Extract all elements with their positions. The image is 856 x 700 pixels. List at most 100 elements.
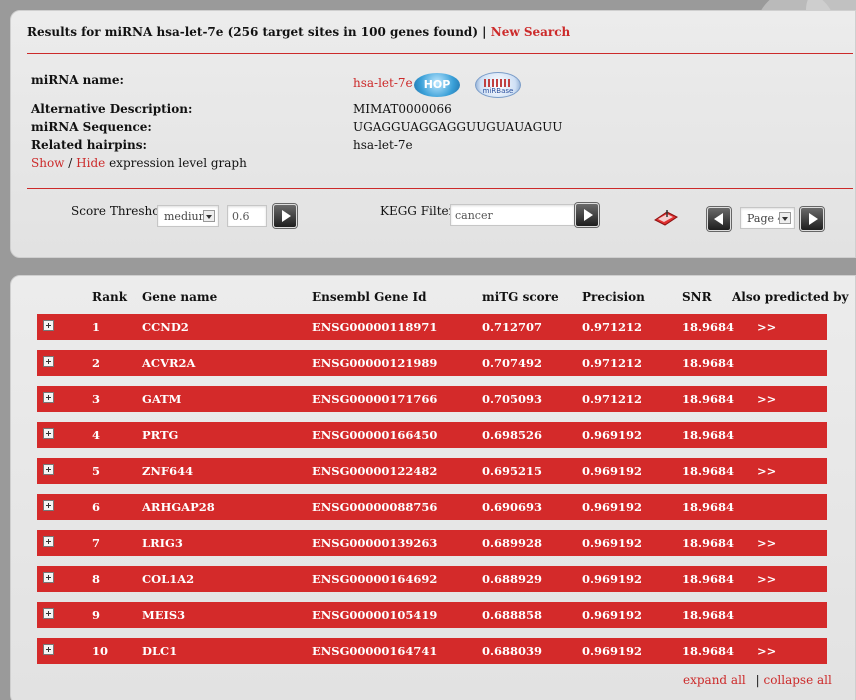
expand-row-icon[interactable] bbox=[43, 500, 54, 511]
expand-row-icon[interactable] bbox=[43, 644, 54, 655]
cell-ensembl-id: ENSG00000088756 bbox=[312, 500, 438, 514]
cell-rank: 4 bbox=[92, 428, 101, 442]
dropdown-arrow-icon bbox=[779, 212, 791, 224]
cell-also-predicted[interactable]: >> bbox=[757, 572, 776, 586]
cell-also-predicted[interactable]: >> bbox=[757, 644, 776, 658]
expand-row-icon[interactable] bbox=[43, 356, 54, 367]
kegg-filter-label: KEGG Filter bbox=[380, 204, 455, 218]
mirna-name-label: miRNA name: bbox=[31, 73, 124, 87]
column-header-also-predicted[interactable]: Also predicted by bbox=[732, 290, 849, 304]
toggle-separator: / bbox=[68, 156, 73, 170]
cell-precision: 0.969192 bbox=[582, 500, 643, 514]
cell-precision: 0.971212 bbox=[582, 320, 643, 334]
cell-mitg-score: 0.689928 bbox=[482, 536, 543, 550]
table-row[interactable]: 3 GATM ENSG00000171766 0.705093 0.971212 18.9… bbox=[37, 386, 827, 412]
cell-rank: 8 bbox=[92, 572, 101, 586]
expand-row-icon[interactable] bbox=[43, 428, 54, 439]
mirbase-logo-text: miRBase bbox=[482, 87, 514, 95]
expand-row-icon[interactable] bbox=[43, 536, 54, 547]
apply-kegg-button[interactable] bbox=[575, 203, 599, 227]
expand-all-link[interactable]: expand all bbox=[683, 673, 746, 687]
cell-gene-name: LRIG3 bbox=[142, 536, 183, 550]
column-header-snr[interactable]: SNR bbox=[682, 290, 712, 304]
score-threshold-select[interactable]: medium bbox=[157, 205, 219, 227]
expand-row-icon[interactable] bbox=[43, 464, 54, 475]
new-search-link[interactable]: New Search bbox=[491, 25, 571, 39]
divider-top bbox=[27, 53, 853, 54]
cell-rank: 7 bbox=[92, 536, 101, 550]
cell-ensembl-id: ENSG00000164741 bbox=[312, 644, 438, 658]
column-header-ensembl[interactable]: Ensembl Gene Id bbox=[312, 290, 427, 304]
table-row[interactable]: 5 ZNF644 ENSG00000122482 0.695215 0.969192 18… bbox=[37, 458, 827, 484]
cell-mitg-score: 0.688929 bbox=[482, 572, 543, 586]
collapse-all-link[interactable]: collapse all bbox=[763, 673, 831, 687]
cell-ensembl-id: ENSG00000122482 bbox=[312, 464, 438, 478]
table-row[interactable]: 6 ARHGAP28 ENSG00000088756 0.690693 0.969192… bbox=[37, 494, 827, 520]
column-header-precision[interactable]: Precision bbox=[582, 290, 645, 304]
cell-precision: 0.969192 bbox=[582, 572, 643, 586]
alt-desc-label: Alternative Description: bbox=[31, 102, 193, 116]
cell-gene-name: COL1A2 bbox=[142, 572, 195, 586]
sequence-value: UGAGGUAGGAGGUUGUAUAGUU bbox=[353, 120, 563, 134]
table-row[interactable]: 7 LRIG3 ENSG00000139263 0.689928 0.969192 18.… bbox=[37, 530, 827, 556]
expand-row-icon[interactable] bbox=[43, 320, 54, 331]
cell-mitg-score: 0.690693 bbox=[482, 500, 543, 514]
table-row[interactable]: 2 ACVR2A ENSG00000121989 0.707492 0.971212 18… bbox=[37, 350, 827, 376]
cell-snr: 18.9684 bbox=[682, 392, 735, 406]
expand-row-icon[interactable] bbox=[43, 608, 54, 619]
cell-ensembl-id: ENSG00000166450 bbox=[312, 428, 438, 442]
cell-rank: 3 bbox=[92, 392, 101, 406]
kegg-filter-input[interactable]: cancer bbox=[450, 204, 575, 226]
cell-rank: 5 bbox=[92, 464, 101, 478]
graph-text: expression level graph bbox=[109, 156, 247, 170]
cell-snr: 18.9684 bbox=[682, 464, 735, 478]
cell-gene-name: CCND2 bbox=[142, 320, 189, 334]
cell-mitg-score: 0.712707 bbox=[482, 320, 543, 334]
expand-row-icon[interactable] bbox=[43, 392, 54, 403]
sequence-label: miRNA Sequence: bbox=[31, 120, 152, 134]
cell-ensembl-id: ENSG00000171766 bbox=[312, 392, 438, 406]
hide-graph-link[interactable]: Hide bbox=[76, 156, 105, 170]
show-graph-link[interactable]: Show bbox=[31, 156, 64, 170]
column-header-gene-name[interactable]: Gene name bbox=[142, 290, 217, 304]
score-threshold-input[interactable]: 0.6 bbox=[227, 205, 267, 227]
cell-gene-name: DLC1 bbox=[142, 644, 178, 658]
cell-also-predicted[interactable]: >> bbox=[757, 536, 776, 550]
table-footer-controls: expand all | collapse all bbox=[683, 673, 832, 687]
cell-snr: 18.9684 bbox=[682, 500, 735, 514]
cell-mitg-score: 0.695215 bbox=[482, 464, 543, 478]
hop-logo[interactable]: HOP bbox=[414, 73, 460, 97]
page-select[interactable]: Page 4 bbox=[740, 207, 795, 229]
mirna-name-link[interactable]: hsa-let-7e bbox=[353, 76, 413, 90]
cell-rank: 2 bbox=[92, 356, 101, 370]
cell-rank: 10 bbox=[92, 644, 109, 658]
export-icon[interactable] bbox=[653, 208, 679, 226]
cell-gene-name: ZNF644 bbox=[142, 464, 194, 478]
table-row[interactable]: 10 DLC1 ENSG00000164741 0.688039 0.969192 18.… bbox=[37, 638, 827, 664]
column-header-mitg-score[interactable]: miTG score bbox=[482, 290, 559, 304]
cell-also-predicted[interactable]: >> bbox=[757, 464, 776, 478]
table-row[interactable]: 4 PRTG ENSG00000166450 0.698526 0.969192 18.9… bbox=[37, 422, 827, 448]
table-row[interactable]: 8 COL1A2 ENSG00000164692 0.688929 0.969192 18… bbox=[37, 566, 827, 592]
previous-page-button[interactable] bbox=[707, 207, 731, 231]
results-summary: Results for miRNA hsa-let-7e (256 target… bbox=[27, 25, 570, 39]
table-row[interactable]: 1 CCND2 ENSG00000118971 0.712707 0.971212 18.… bbox=[37, 314, 827, 340]
cell-also-predicted[interactable]: >> bbox=[757, 392, 776, 406]
expand-row-icon[interactable] bbox=[43, 572, 54, 583]
column-header-rank[interactable]: Rank bbox=[92, 290, 127, 304]
cell-also-predicted[interactable]: >> bbox=[757, 320, 776, 334]
cell-mitg-score: 0.707492 bbox=[482, 356, 543, 370]
cell-snr: 18.9684 bbox=[682, 572, 735, 586]
cell-gene-name: ARHGAP28 bbox=[142, 500, 215, 514]
next-page-button[interactable] bbox=[800, 207, 824, 231]
cell-precision: 0.969192 bbox=[582, 536, 643, 550]
expression-graph-toggle: Show / Hide expression level graph bbox=[31, 156, 247, 170]
apply-score-button[interactable] bbox=[273, 204, 297, 228]
cell-snr: 18.9684 bbox=[682, 320, 735, 334]
mirbase-logo[interactable]: miRBase bbox=[475, 72, 521, 98]
table-row[interactable]: 9 MEIS3 ENSG00000105419 0.688858 0.969192 18.… bbox=[37, 602, 827, 628]
cell-snr: 18.9684 bbox=[682, 536, 735, 550]
cell-precision: 0.969192 bbox=[582, 464, 643, 478]
cell-snr: 18.9684 bbox=[682, 356, 735, 370]
cell-ensembl-id: ENSG00000121989 bbox=[312, 356, 438, 370]
